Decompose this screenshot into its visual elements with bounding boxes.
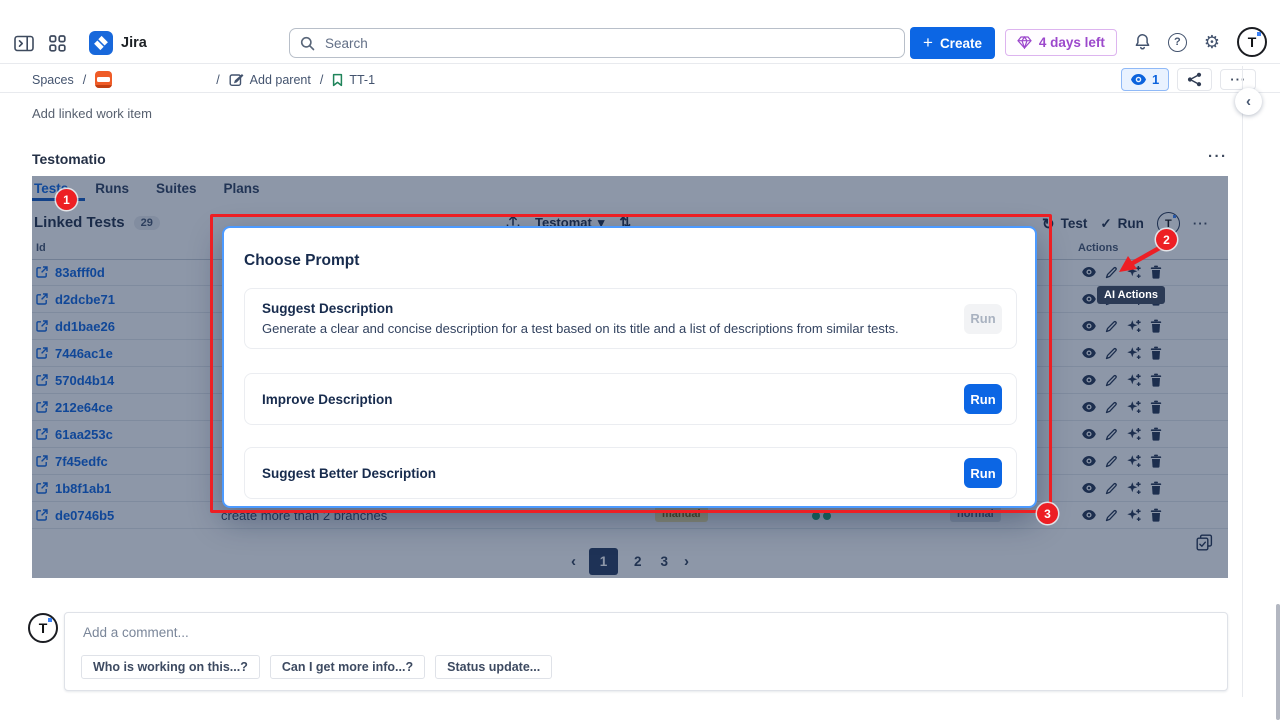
breadcrumb-separator: /	[216, 73, 219, 87]
more-icon: ···	[1230, 73, 1246, 86]
run-prompt-button-disabled: Run	[964, 304, 1002, 334]
jira-home-link[interactable]: Jira	[89, 31, 147, 55]
collapse-panel-button[interactable]: ‹	[1235, 88, 1262, 115]
trial-days-chip[interactable]: 4 days left	[1005, 29, 1117, 56]
right-rail-divider	[1242, 66, 1243, 697]
breadcrumb-separator: /	[320, 73, 323, 87]
prompt-card-suggest-better-description[interactable]: Suggest Better Description Run	[244, 447, 1017, 499]
avatar-accent	[1257, 32, 1261, 36]
chevron-left-icon: ‹	[1246, 93, 1251, 110]
quick-reply-chip[interactable]: Can I get more info...?	[270, 655, 425, 679]
plus-icon: +	[923, 33, 933, 53]
jira-logo-icon	[89, 31, 113, 55]
search-icon	[300, 36, 315, 51]
annotation-step-1: 1	[56, 189, 77, 210]
user-avatar[interactable]: T	[1237, 27, 1267, 57]
app-name: Jira	[121, 35, 147, 51]
global-search[interactable]	[289, 28, 905, 58]
quick-reply-chip[interactable]: Status update...	[435, 655, 552, 679]
add-linked-work-item[interactable]: Add linked work item	[32, 106, 152, 121]
modal-title: Choose Prompt	[244, 252, 1017, 270]
widget-title: Testomatio	[32, 151, 106, 167]
breadcrumb-separator: /	[83, 73, 86, 87]
choose-prompt-modal: Choose Prompt Suggest Description Genera…	[222, 226, 1037, 508]
quick-reply-chips: Who is working on this...? Can I get mor…	[81, 655, 1211, 679]
run-prompt-button[interactable]: Run	[964, 384, 1002, 414]
prompt-card-suggest-description[interactable]: Suggest Description Generate a clear and…	[244, 288, 1017, 349]
app-switcher-icon[interactable]	[49, 35, 66, 52]
comment-box[interactable]: Who is working on this...? Can I get mor…	[64, 612, 1228, 691]
share-button[interactable]	[1177, 68, 1212, 91]
scrollbar-thumb[interactable]	[1276, 604, 1280, 720]
watchers-button[interactable]: 1	[1121, 68, 1169, 91]
breadcrumb-add-parent[interactable]: Add parent	[229, 72, 311, 87]
run-prompt-button[interactable]: Run	[964, 458, 1002, 488]
space-avatar-icon[interactable]	[95, 71, 112, 88]
annotation-step-3: 3	[1037, 503, 1058, 524]
ai-actions-tooltip: AI Actions	[1097, 286, 1165, 304]
top-navbar: Jira + Create 4 days left	[0, 0, 1280, 64]
edit-icon	[229, 72, 244, 87]
watch-eye-icon	[1131, 74, 1146, 85]
prompt-title: Improve Description	[262, 392, 964, 407]
create-button[interactable]: + Create	[910, 27, 995, 59]
search-input[interactable]	[323, 35, 894, 52]
breadcrumb-spaces[interactable]: Spaces	[32, 73, 74, 87]
breadcrumb-item-tt1[interactable]: TT-1	[332, 73, 375, 87]
prompt-description: Generate a clear and concise description…	[262, 321, 964, 336]
notifications-icon[interactable]	[1134, 33, 1151, 51]
redacted-space-name	[121, 72, 207, 87]
prompt-title: Suggest Better Description	[262, 466, 964, 481]
help-icon[interactable]: ?	[1168, 33, 1187, 52]
comment-user-avatar: T	[28, 613, 58, 643]
comment-input[interactable]	[81, 624, 1215, 641]
annotation-step-2: 2	[1156, 229, 1177, 250]
quick-reply-chip[interactable]: Who is working on this...?	[81, 655, 260, 679]
bookmark-icon	[332, 73, 343, 87]
prompt-title: Suggest Description	[262, 301, 964, 316]
widget-more-icon[interactable]: ···	[1208, 148, 1228, 165]
gem-icon	[1017, 36, 1032, 49]
more-actions-button[interactable]: ···	[1220, 69, 1256, 90]
breadcrumb: Spaces / / Add parent / TT-1	[32, 71, 375, 88]
sidebar-toggle-icon[interactable]	[14, 35, 34, 52]
jira-page: Jira + Create 4 days left	[0, 0, 1280, 720]
settings-gear-icon[interactable]: ⚙	[1204, 33, 1220, 51]
prompt-card-improve-description[interactable]: Improve Description Run	[244, 373, 1017, 425]
